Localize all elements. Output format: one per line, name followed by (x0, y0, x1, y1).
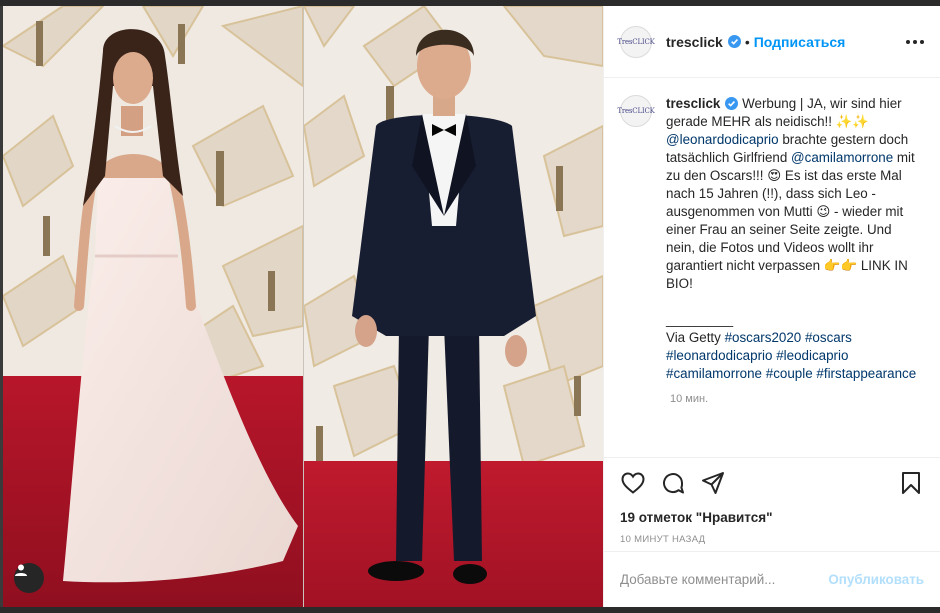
verified-badge-icon (727, 35, 741, 48)
action-bar: 19 отметок "Нравится" 10 МИНУТ НАЗАД (604, 457, 940, 545)
caption-rule: _________ (666, 312, 734, 327)
caption-username[interactable]: tresclick (666, 96, 720, 111)
post-header: TresCLICK tresclick • Подписаться (604, 6, 940, 78)
hashtag[interactable]: #oscars2020 (725, 330, 802, 345)
header-username[interactable]: tresclick (666, 34, 723, 50)
post-photo[interactable] (3, 6, 603, 607)
avatar[interactable]: TresCLICK (617, 25, 655, 58)
publish-button[interactable]: Опубликовать (828, 572, 924, 587)
caption-area: TresCLICK tresclick Werbung | JA, wir si… (604, 79, 940, 457)
verified-badge-icon (725, 97, 739, 110)
hashtag[interactable]: #couple (766, 366, 813, 381)
add-comment-bar: Добавьте комментарий... Опубликовать (604, 551, 940, 607)
mention-camilamorrone[interactable]: @camilamorrone (791, 150, 893, 165)
hashtag[interactable]: #leodicaprio (776, 348, 848, 363)
heart-icon (621, 472, 645, 494)
post-timestamp[interactable]: 10 МИНУТ НАЗАД (620, 534, 924, 545)
caption-via-line: Via Getty #oscars2020 #oscars #leonardod… (666, 329, 924, 383)
likes-count[interactable]: 19 отметок "Нравится" (620, 510, 924, 525)
caption-via: Via Getty (666, 330, 725, 345)
separator-dot: • (744, 33, 750, 50)
caption-text: tresclick Werbung | JA, wir sind hier ge… (666, 95, 924, 383)
hashtag[interactable]: #oscars (805, 330, 852, 345)
comment-button[interactable] (660, 470, 686, 496)
hashtag[interactable]: #leonardodicaprio (666, 348, 772, 363)
bookmark-icon (902, 472, 920, 494)
share-button[interactable] (700, 470, 726, 496)
caption-avatar[interactable]: TresCLICK (617, 95, 655, 127)
like-button[interactable] (620, 470, 646, 496)
follow-button[interactable]: Подписаться (754, 34, 846, 50)
caption-line-3: mit zu den Oscars!!! 😍 Es ist das erste … (666, 150, 915, 291)
hashtag[interactable]: #firstappearance (816, 366, 916, 381)
save-button[interactable] (898, 470, 924, 496)
comment-input[interactable]: Добавьте комментарий... (620, 572, 828, 587)
post-sidebar: TresCLICK tresclick • Подписаться TresCL… (603, 6, 940, 607)
action-icons (620, 470, 924, 496)
share-icon (702, 472, 724, 494)
mention-leonardodicaprio[interactable]: @leonardodicaprio (666, 132, 779, 147)
caption-time[interactable]: 10 мин. (670, 393, 924, 405)
photo-right-illustration (304, 6, 603, 607)
photo-left-panel (3, 6, 303, 607)
caption-row: TresCLICK tresclick Werbung | JA, wir si… (617, 95, 924, 383)
comment-icon (663, 473, 684, 494)
more-dots-icon[interactable] (906, 39, 924, 44)
user-tag-icon (15, 564, 27, 576)
user-tag-button[interactable] (14, 563, 44, 593)
bottom-strip (0, 607, 940, 613)
hashtag[interactable]: #camilamorrone (666, 366, 762, 381)
photo-right-panel (304, 6, 603, 607)
photo-left-illustration (3, 6, 303, 607)
